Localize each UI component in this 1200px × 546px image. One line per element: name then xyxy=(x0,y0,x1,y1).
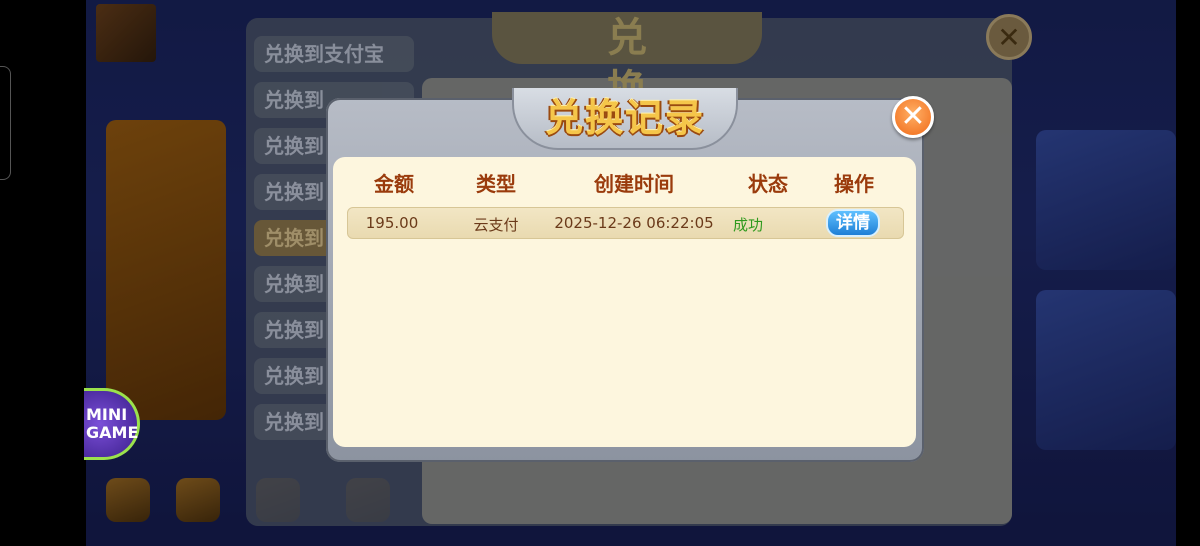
detail-button[interactable]: 详情 xyxy=(826,209,880,237)
record-table xyxy=(333,157,916,447)
column-header-action: 操作 xyxy=(834,172,874,196)
cell-created-time: 2025-12-26 06:22:05 xyxy=(554,214,714,232)
side-handle xyxy=(0,66,11,180)
exchange-title: 兑 换 xyxy=(492,12,762,113)
mini-game-label-line2: GAME xyxy=(86,423,139,442)
left-bezel xyxy=(0,0,86,546)
cell-status: 成功 xyxy=(732,216,763,234)
column-header-amount: 金额 xyxy=(374,172,414,196)
close-icon[interactable]: ✕ xyxy=(892,96,934,138)
column-header-type: 类型 xyxy=(476,172,516,196)
mini-game-label-line1: MINI xyxy=(86,405,128,424)
dialog-title: 兑换记录 xyxy=(544,96,705,140)
column-header-status: 状态 xyxy=(748,172,788,196)
exchange-close-icon[interactable]: ✕ xyxy=(986,14,1032,60)
column-header-created-time: 创建时间 xyxy=(594,172,674,196)
cell-amount: 195.00 xyxy=(365,214,419,232)
tab-alipay[interactable]: 兑换到支付宝 xyxy=(254,36,414,72)
right-bezel xyxy=(1176,0,1200,546)
cell-type: 云支付 xyxy=(473,216,519,234)
